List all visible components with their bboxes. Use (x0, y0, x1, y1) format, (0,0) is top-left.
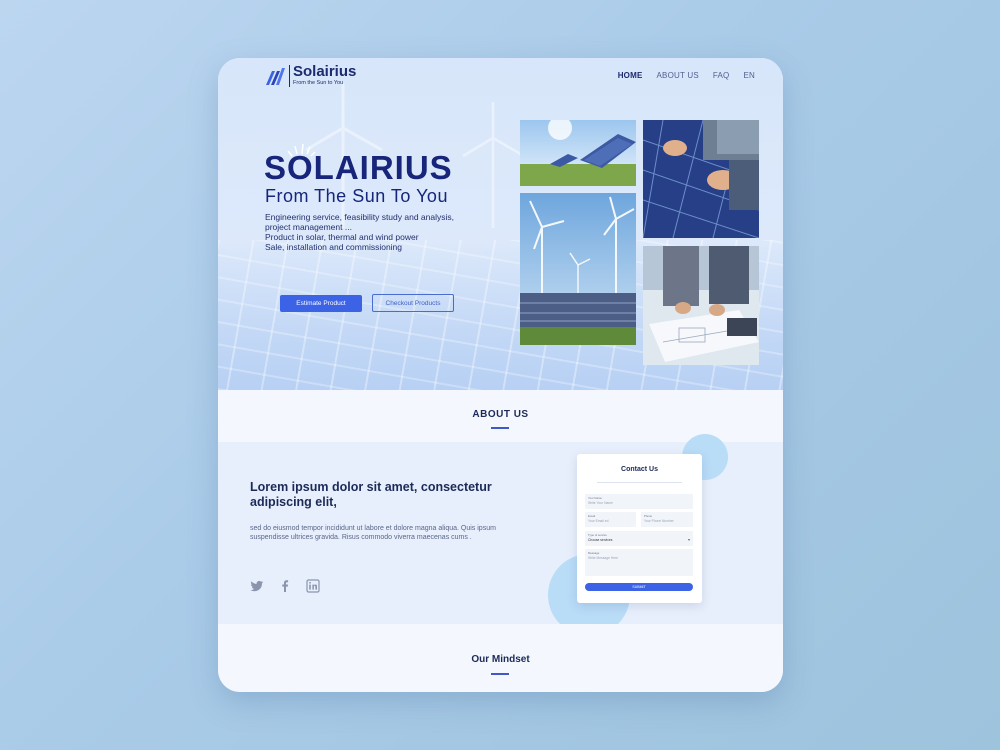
email-field[interactable]: Email Your Email ed (585, 512, 636, 527)
mindset-section: Our Mindset (218, 624, 783, 692)
logo-divider (289, 64, 290, 87)
about-text: sed do eiusmod tempor incididunt ut labo… (250, 525, 496, 541)
form-divider (597, 482, 682, 483)
field-placeholder: Write Message Here (588, 556, 618, 560)
name-field[interactable]: Your Name Write Your Name (585, 494, 693, 509)
wind-turbines-photo (520, 193, 636, 345)
linkedin-icon[interactable] (306, 578, 320, 593)
chevron-down-icon: ▾ (687, 537, 690, 542)
hero-subtitle: From The Sun To You (265, 186, 448, 206)
field-placeholder: Your Phone Number (644, 519, 674, 523)
field-label: Type of service (588, 533, 607, 537)
submit-button[interactable]: SUBMIT (585, 583, 693, 591)
engineers-blueprint-photo (643, 246, 759, 365)
estimate-product-button[interactable]: Estimate Product (280, 295, 362, 312)
landing-page-card: Solairius From the Sun to You HOME ABOUT… (218, 58, 783, 692)
field-placeholder: Your Email ed (588, 519, 609, 523)
field-label: Phone (644, 514, 653, 518)
hero-line: Sale, installation and commissioning (265, 242, 403, 252)
phone-field[interactable]: Phone Your Phone Number (641, 512, 693, 527)
field-label: Email (588, 514, 595, 518)
select-value: Choose services (588, 538, 613, 542)
twitter-icon[interactable] (250, 578, 264, 592)
top-nav: HOME ABOUT US FAQ EN (618, 71, 755, 80)
hero-line: Product in solar, thermal and wind power (265, 232, 419, 242)
field-placeholder: Write Your Name (588, 501, 613, 505)
contact-form-title: Contact Us (621, 466, 658, 473)
nav-home[interactable]: HOME (618, 71, 643, 80)
hero-line: project management ... (265, 222, 352, 232)
field-label: Your Name (588, 496, 602, 500)
hero-line: Engineering service, feasibility study a… (265, 212, 454, 222)
brand-name: Solairius (293, 63, 357, 80)
mindset-title-underline (491, 673, 509, 675)
about-heading: Lorem ipsum dolor sit amet, consectetur … (250, 480, 492, 509)
solar-field-photo (520, 120, 636, 186)
message-field[interactable]: Message Write Message Here (585, 549, 693, 576)
brand-logo[interactable]: Solairius From the Sun to You (264, 64, 356, 87)
about-title-underline (491, 427, 509, 429)
nav-language[interactable]: EN (743, 71, 755, 80)
nav-about-us[interactable]: ABOUT US (657, 71, 699, 80)
social-links (250, 578, 320, 593)
hero-description: Engineering service, feasibility study a… (265, 212, 495, 252)
logo-mark-icon (266, 67, 285, 85)
facebook-icon[interactable] (278, 578, 292, 592)
brand-tagline: From the Sun to You (293, 80, 344, 86)
field-label: Message (588, 551, 600, 555)
hero-section: Solairius From the Sun to You HOME ABOUT… (218, 58, 783, 390)
hero-title: SOLAIRIUS (264, 149, 453, 186)
service-select[interactable]: Type of service Choose services ▾ (585, 531, 693, 546)
our-mindset-title: Our Mindset (471, 654, 530, 665)
checkout-products-button[interactable]: Checkout Products (372, 294, 454, 312)
background-wind-turbine (462, 102, 525, 228)
panel-inspection-photo (643, 120, 759, 238)
contact-form: Contact Us Your Name Write Your Name Ema… (577, 454, 702, 603)
about-us-title: ABOUT US (472, 409, 529, 420)
nav-faq[interactable]: FAQ (713, 71, 730, 80)
about-section: Lorem ipsum dolor sit amet, consectetur … (218, 434, 783, 636)
